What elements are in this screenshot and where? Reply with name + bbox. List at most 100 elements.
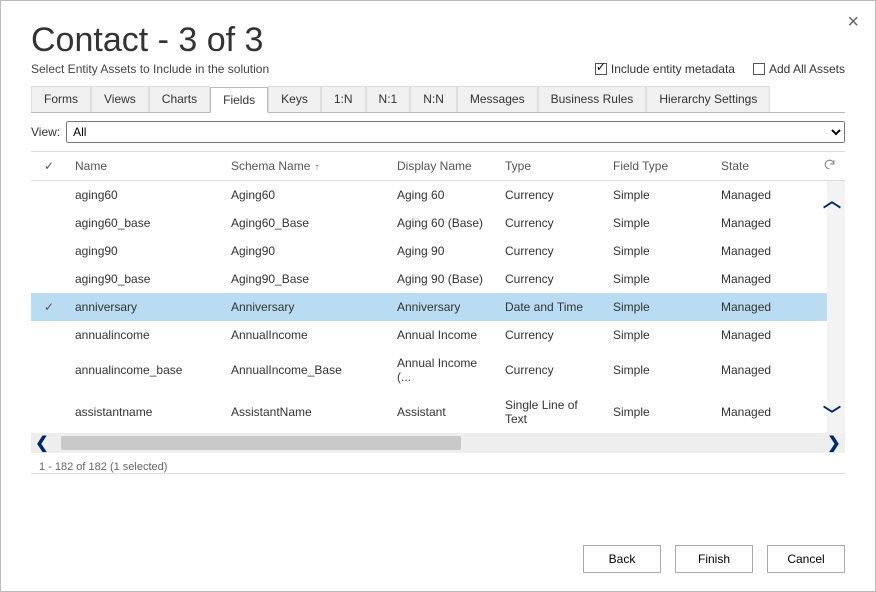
table-row[interactable]: annualincome_baseAnnualIncome_BaseAnnual… (31, 349, 845, 391)
cell-schema: Aging60_Base (223, 216, 389, 230)
view-select[interactable]: All (66, 121, 845, 143)
cell-schema: AnnualIncome (223, 328, 389, 342)
cell-state: Managed (713, 188, 815, 202)
cell-type: Currency (497, 272, 605, 286)
col-header-display-label: Display Name (397, 159, 472, 173)
table-row[interactable]: assistantnameAssistantNameAssistantSingl… (31, 391, 845, 433)
cell-name: aging90 (67, 244, 223, 258)
scroll-left-button[interactable]: ❮ (31, 433, 53, 453)
cell-type: Date and Time (497, 300, 605, 314)
cell-state: Managed (713, 244, 815, 258)
cell-fieldtype: Simple (605, 363, 713, 377)
checkbox-icon (595, 63, 607, 75)
include-metadata-label: Include entity metadata (611, 62, 735, 76)
tab-1-n[interactable]: 1:N (321, 86, 366, 112)
cell-state: Managed (713, 405, 815, 419)
col-header-display[interactable]: Display Name (389, 159, 497, 173)
refresh-button[interactable] (815, 158, 843, 174)
finish-button[interactable]: Finish (675, 545, 753, 573)
scroll-down-button[interactable]: ﹀ (823, 401, 841, 427)
horizontal-scrollbar[interactable]: ❮ ❯ (31, 433, 845, 453)
cell-schema: Anniversary (223, 300, 389, 314)
tab-fields[interactable]: Fields (210, 87, 268, 113)
cell-fieldtype: Simple (605, 216, 713, 230)
tab-keys[interactable]: Keys (268, 86, 321, 112)
refresh-icon (823, 158, 836, 171)
col-header-fieldtype-label: Field Type (613, 159, 668, 173)
fields-grid: ✓ Name Schema Name ↑ Display Name Type Fi… (31, 151, 845, 474)
grid-body: ︿ ﹀ aging60Aging60Aging 60CurrencySimple… (31, 181, 845, 433)
dialog-footer: Back Finish Cancel (583, 545, 845, 573)
cancel-button[interactable]: Cancel (767, 545, 845, 573)
cell-fieldtype: Simple (605, 244, 713, 258)
cell-display: Annual Income (... (389, 356, 497, 384)
select-all-checkbox[interactable]: ✓ (31, 159, 67, 173)
vertical-scrollbar-track[interactable] (827, 181, 845, 433)
cell-schema: Aging60 (223, 188, 389, 202)
cell-state: Managed (713, 363, 815, 377)
cell-schema: AssistantName (223, 405, 389, 419)
close-icon[interactable]: × (847, 11, 859, 34)
cell-fieldtype: Simple (605, 188, 713, 202)
cell-name: annualincome_base (67, 363, 223, 377)
horizontal-scrollbar-thumb[interactable] (61, 436, 461, 450)
cell-schema: Aging90_Base (223, 272, 389, 286)
table-row[interactable]: ✓anniversaryAnniversaryAnniversaryDate a… (31, 293, 845, 321)
cell-type: Currency (497, 328, 605, 342)
tab-business-rules[interactable]: Business Rules (538, 86, 647, 112)
tab-views[interactable]: Views (91, 86, 149, 112)
col-header-type-label: Type (505, 159, 531, 173)
col-header-name-label: Name (75, 159, 107, 173)
include-metadata-checkbox[interactable]: Include entity metadata (595, 62, 735, 76)
sort-asc-icon: ↑ (314, 162, 319, 173)
view-selector-row: View: All (31, 121, 845, 143)
view-label: View: (31, 125, 60, 139)
tab-messages[interactable]: Messages (457, 86, 538, 112)
cell-name: annualincome (67, 328, 223, 342)
add-all-assets-label: Add All Assets (769, 62, 845, 76)
back-button[interactable]: Back (583, 545, 661, 573)
cell-fieldtype: Simple (605, 272, 713, 286)
row-check[interactable]: ✓ (31, 300, 67, 314)
cell-display: Aging 90 (Base) (389, 272, 497, 286)
table-row[interactable]: aging60Aging60Aging 60CurrencySimpleMana… (31, 181, 845, 209)
col-header-type[interactable]: Type (497, 159, 605, 173)
cell-fieldtype: Simple (605, 300, 713, 314)
col-header-schema-label: Schema Name (231, 159, 310, 173)
tab-charts[interactable]: Charts (149, 86, 210, 112)
scroll-right-button[interactable]: ❯ (823, 433, 845, 453)
tab-forms[interactable]: Forms (31, 86, 91, 112)
cell-name: aging90_base (67, 272, 223, 286)
tab-hierarchy-settings[interactable]: Hierarchy Settings (646, 86, 770, 112)
col-header-fieldtype[interactable]: Field Type (605, 159, 713, 173)
col-header-state-label: State (721, 159, 749, 173)
scroll-up-button[interactable]: ︿ (823, 187, 841, 213)
cell-type: Currency (497, 363, 605, 377)
col-header-schema[interactable]: Schema Name ↑ (223, 159, 389, 173)
page-subtitle: Select Entity Assets to Include in the s… (31, 62, 269, 76)
cell-schema: AnnualIncome_Base (223, 363, 389, 377)
table-row[interactable]: annualincomeAnnualIncomeAnnual IncomeCur… (31, 321, 845, 349)
cell-type: Single Line of Text (497, 398, 605, 426)
tab-bar: FormsViewsChartsFieldsKeys1:NN:1N:NMessa… (31, 86, 845, 113)
page-title: Contact - 3 of 3 (31, 21, 269, 60)
table-row[interactable]: aging60_baseAging60_BaseAging 60 (Base)C… (31, 209, 845, 237)
cell-name: assistantname (67, 405, 223, 419)
cell-display: Aging 90 (389, 244, 497, 258)
tab-n-1[interactable]: N:1 (366, 86, 411, 112)
cell-name: anniversary (67, 300, 223, 314)
cell-type: Currency (497, 244, 605, 258)
cell-fieldtype: Simple (605, 405, 713, 419)
checkbox-icon (753, 63, 765, 75)
tab-n-n[interactable]: N:N (410, 86, 457, 112)
table-row[interactable]: aging90_baseAging90_BaseAging 90 (Base)C… (31, 265, 845, 293)
col-header-state[interactable]: State (713, 159, 815, 173)
add-all-assets-checkbox[interactable]: Add All Assets (753, 62, 845, 76)
header-options: Include entity metadata Add All Assets (595, 62, 845, 76)
cell-display: Assistant (389, 405, 497, 419)
cell-fieldtype: Simple (605, 328, 713, 342)
col-header-name[interactable]: Name (67, 159, 223, 173)
cell-display: Aging 60 (389, 188, 497, 202)
cell-display: Anniversary (389, 300, 497, 314)
table-row[interactable]: aging90Aging90Aging 90CurrencySimpleMana… (31, 237, 845, 265)
